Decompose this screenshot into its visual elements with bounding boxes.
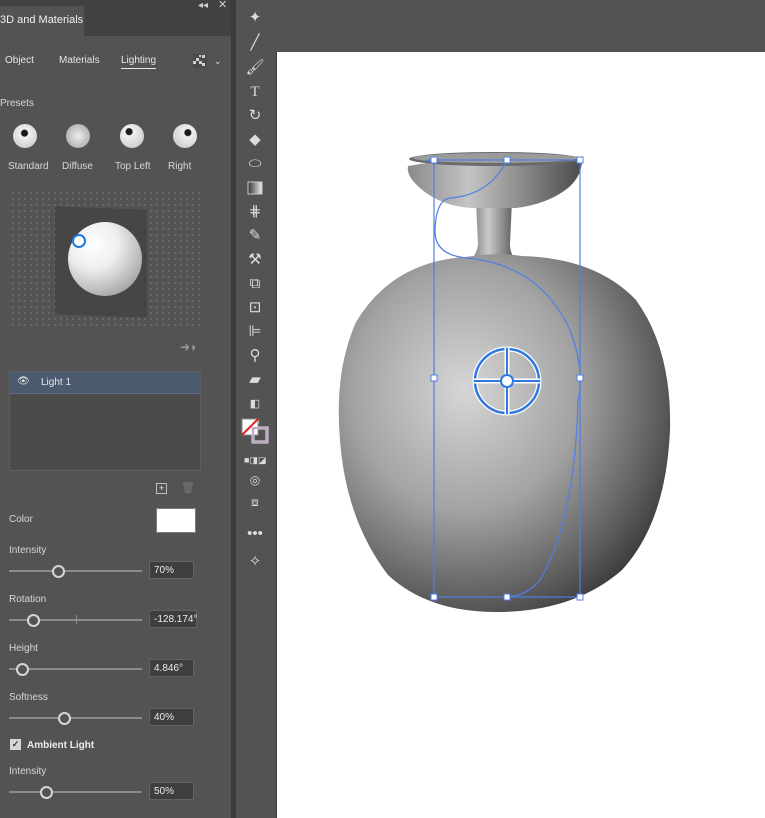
color-mode-icon[interactable]: ■◨◪: [244, 450, 266, 470]
rotation-slider-thumb[interactable]: [27, 614, 40, 627]
mesh-icon[interactable]: ⋕: [244, 202, 266, 222]
light-list: 👁 Light 1: [9, 371, 201, 471]
rotation-center-tick: [76, 615, 77, 624]
height-slider-thumb[interactable]: [16, 663, 29, 676]
canvas-pasteboard: [276, 0, 765, 52]
render-icon[interactable]: [193, 54, 207, 68]
shape-builder-icon[interactable]: ⧉: [244, 274, 266, 294]
measure-icon[interactable]: ▰: [244, 370, 266, 390]
rotation-field[interactable]: -128.174°: [149, 610, 197, 628]
presets-label: Presets: [0, 98, 34, 109]
preset-label-standard[interactable]: Standard: [8, 161, 49, 172]
tab-lighting[interactable]: Lighting: [121, 55, 157, 69]
lasso-icon[interactable]: ↻: [244, 106, 266, 126]
fill-stroke-icon[interactable]: [240, 418, 270, 446]
light-position-handle[interactable]: [72, 234, 86, 248]
artboard-icon[interactable]: ⊡: [244, 298, 266, 318]
type-icon[interactable]: T: [244, 82, 266, 102]
panel-tab[interactable]: 3D and Materials: [0, 6, 84, 36]
height-label: Height: [9, 643, 38, 654]
softness-label: Softness: [9, 692, 48, 703]
tools-toolbar: ✦ ╱ 🖌 T ↻ ◆ ⬭ ⋕ ✎ ⚒ ⧉ ⊡ ⊫ ⚲ ▰ ◧ ⤾ ■◨◪ ◎ …: [236, 0, 276, 818]
ambient-intensity-label: Intensity: [9, 766, 47, 777]
chevron-down-icon[interactable]: ⌄: [214, 56, 222, 67]
ambient-intensity-slider-thumb[interactable]: [40, 786, 53, 799]
move-light-icon[interactable]: ➜◗: [180, 340, 197, 354]
magic-wand-icon[interactable]: ✦: [244, 8, 266, 28]
intensity-slider-thumb[interactable]: [52, 565, 65, 578]
softness-slider-thumb[interactable]: [58, 712, 71, 725]
panel-title: 3D and Materials: [0, 14, 84, 26]
draw-mode-icon[interactable]: ◎: [244, 470, 266, 490]
ambient-light-checkbox[interactable]: ✓: [10, 739, 21, 750]
paintbrush-icon[interactable]: 🖌: [244, 58, 266, 78]
color-swatch[interactable]: [156, 508, 196, 533]
double-chevron-icon[interactable]: ◂◂: [198, 0, 208, 11]
eyedropper-icon[interactable]: ✎: [244, 226, 266, 246]
swap-fill-stroke-icon[interactable]: ◧ ⤾: [244, 394, 266, 430]
ambient-intensity-slider-track[interactable]: [9, 791, 142, 793]
tab-materials[interactable]: Materials: [59, 55, 100, 66]
3d-materials-panel: 3D and Materials ◂◂ ✕ Object Materials L…: [0, 0, 231, 818]
rotation-label: Rotation: [9, 594, 47, 605]
line-icon[interactable]: ╱: [244, 33, 266, 53]
preset-label-right[interactable]: Right: [168, 161, 191, 172]
preset-diffuse-icon[interactable]: [66, 124, 90, 148]
eye-icon[interactable]: 👁: [17, 376, 30, 387]
more-tools-icon[interactable]: •••: [244, 524, 266, 544]
rotation-widget[interactable]: [472, 346, 542, 416]
generative-icon[interactable]: ✧: [244, 552, 266, 572]
height-field[interactable]: 4.846°: [149, 659, 194, 677]
tab-object[interactable]: Object: [5, 55, 34, 66]
add-icon[interactable]: +: [156, 483, 167, 494]
list-item[interactable]: 👁 Light 1: [10, 372, 200, 394]
preset-label-top-left[interactable]: Top Left: [115, 161, 151, 172]
light-name: Light 1: [41, 377, 72, 388]
warp-icon[interactable]: ⬭: [244, 154, 266, 174]
preset-top-left-icon[interactable]: [120, 124, 144, 148]
trash-icon[interactable]: 🗑: [181, 481, 195, 494]
intensity-field[interactable]: 70%: [149, 561, 194, 579]
eraser-icon[interactable]: ◆: [244, 130, 266, 150]
ambient-light-label[interactable]: Ambient Light: [27, 740, 94, 751]
intensity-slider-track[interactable]: [9, 570, 142, 572]
blend-icon[interactable]: ⚒: [244, 250, 266, 270]
preset-right-icon[interactable]: [173, 124, 197, 148]
chart-icon[interactable]: ⊫: [244, 322, 266, 342]
preset-label-diffuse[interactable]: Diffuse: [62, 161, 93, 172]
gradient-icon[interactable]: [244, 178, 266, 198]
close-icon[interactable]: ✕: [218, 0, 227, 11]
zoom-icon[interactable]: ⚲: [244, 346, 266, 366]
screen-mode-icon[interactable]: ⧈: [244, 492, 266, 512]
intensity-label: Intensity: [9, 545, 47, 556]
ambient-intensity-field[interactable]: 50%: [149, 782, 194, 800]
softness-slider-track[interactable]: [9, 717, 142, 719]
softness-field[interactable]: 40%: [149, 708, 194, 726]
preset-standard-icon[interactable]: [13, 124, 37, 148]
panel-header: 3D and Materials ◂◂ ✕: [0, 0, 231, 36]
color-label: Color: [9, 514, 33, 525]
